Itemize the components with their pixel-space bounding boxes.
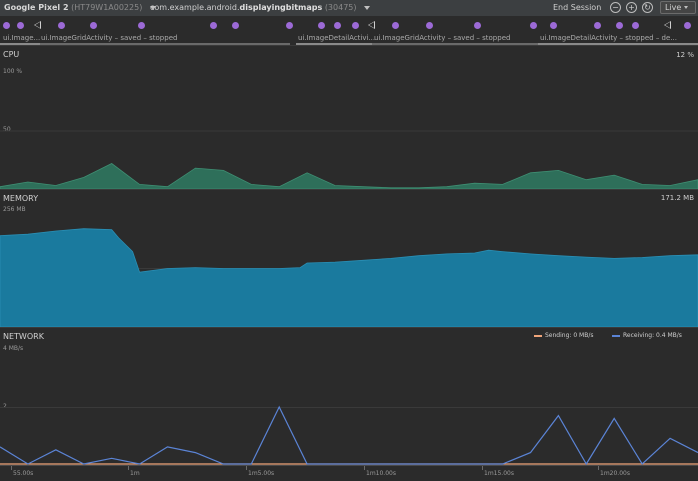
memory-usage-area <box>0 228 698 327</box>
touch-event-dot[interactable] <box>352 22 359 29</box>
live-button[interactable]: Live <box>660 1 696 14</box>
cpu-panel[interactable]: CPU 12 % 100 % 50 <box>0 47 698 190</box>
process-selector[interactable]: com.example.android.displayingbitmaps (3… <box>150 3 371 12</box>
activity-bar <box>0 43 40 45</box>
touch-event-dot[interactable] <box>684 22 691 29</box>
touch-event-dot[interactable] <box>3 22 10 29</box>
activity-label[interactable]: ui.ImageDetailActivity – stopped – de... <box>540 34 677 42</box>
activity-bar <box>538 43 698 45</box>
memory-panel[interactable]: MEMORY 171.2 MB 256 MB 128 <box>0 190 698 328</box>
touch-event-dot[interactable] <box>318 22 325 29</box>
touch-event-dot[interactable] <box>392 22 399 29</box>
live-label: Live <box>665 3 682 12</box>
process-pid: (30475) <box>324 3 357 12</box>
touch-event-dot[interactable] <box>530 22 537 29</box>
network-panel[interactable]: NETWORK Sending: 0 MB/s Receiving: 0.4 M… <box>0 328 698 465</box>
time-tick <box>11 466 12 470</box>
cpu-usage-area <box>0 163 698 189</box>
touch-event-dot[interactable] <box>616 22 623 29</box>
sending-legend-swatch <box>534 334 542 337</box>
time-label: 1m20.00s <box>600 470 630 477</box>
activity-label[interactable]: ui.ImageGridActivity – saved – stopped <box>374 34 510 42</box>
back-event-icon[interactable] <box>368 21 375 29</box>
activity-label[interactable]: ui.ImageDetailActivi... <box>298 34 375 42</box>
event-timeline: ui.Image... ui.ImageGridActivity – saved… <box>0 16 698 46</box>
time-axis[interactable]: 55.00s 1m 1m5.00s 1m10.00s 1m15.00s 1m20… <box>0 465 698 481</box>
legend-sending: Sending: 0 MB/s <box>534 332 593 339</box>
touch-event-dot[interactable] <box>138 22 145 29</box>
process-name: displayingbitmaps <box>239 3 323 12</box>
time-tick <box>364 466 365 470</box>
time-tick <box>246 466 247 470</box>
activity-bar <box>296 43 372 45</box>
touch-event-dot[interactable] <box>426 22 433 29</box>
memory-current-value: 171.2 MB <box>660 194 694 202</box>
memory-chart <box>0 228 698 327</box>
device-name: Google Pixel 2 <box>4 3 69 12</box>
profiler-toolbar: Google Pixel 2 (HT79W1A00225) com.exampl… <box>0 0 698 16</box>
network-title: NETWORK <box>3 332 44 341</box>
touch-event-dot[interactable] <box>594 22 601 29</box>
cpu-current-value: 12 % <box>676 51 694 59</box>
time-label: 1m <box>130 470 140 477</box>
touch-event-dot[interactable] <box>90 22 97 29</box>
time-label: 1m15.00s <box>484 470 514 477</box>
time-tick <box>482 466 483 470</box>
touch-event-dot[interactable] <box>286 22 293 29</box>
process-prefix: com.example.android. <box>150 3 240 12</box>
time-label: 55.00s <box>13 470 34 477</box>
time-label: 1m10.00s <box>366 470 396 477</box>
end-session-button[interactable]: End Session <box>553 3 601 12</box>
activity-bar <box>40 43 290 45</box>
memory-title: MEMORY <box>3 194 39 203</box>
time-label: 1m5.00s <box>248 470 275 477</box>
touch-event-dot[interactable] <box>232 22 239 29</box>
touch-event-dot[interactable] <box>210 22 217 29</box>
sending-label: Sending: 0 MB/s <box>545 332 594 339</box>
touch-event-dot[interactable] <box>474 22 481 29</box>
legend-receiving: Receiving: 0.4 MB/s <box>612 332 682 339</box>
activity-label[interactable]: ui.Image... <box>3 34 40 42</box>
back-event-icon[interactable] <box>664 21 671 29</box>
touch-event-dot[interactable] <box>58 22 65 29</box>
activity-bar <box>372 43 538 45</box>
touch-event-dot[interactable] <box>550 22 557 29</box>
touch-event-dot[interactable] <box>334 22 341 29</box>
cpu-title: CPU <box>3 50 20 59</box>
network-chart <box>0 405 698 465</box>
zoom-in-icon[interactable]: + <box>626 2 637 13</box>
zoom-out-icon[interactable]: − <box>610 2 621 13</box>
back-event-icon[interactable] <box>34 21 41 29</box>
receiving-legend-swatch <box>612 334 620 337</box>
chevron-down-icon <box>364 5 371 10</box>
receiving-label: Receiving: 0.4 MB/s <box>623 332 682 339</box>
network-receiving-line <box>0 405 698 465</box>
device-selector[interactable]: Google Pixel 2 (HT79W1A00225) <box>4 3 156 12</box>
activity-label[interactable]: ui.ImageGridActivity – saved – stopped <box>41 34 177 42</box>
reset-zoom-icon[interactable]: ↻ <box>642 2 653 13</box>
time-tick <box>598 466 599 470</box>
chevron-down-icon <box>684 6 689 9</box>
touch-event-dot[interactable] <box>17 22 24 29</box>
device-serial: (HT79W1A00225) <box>71 3 143 12</box>
cpu-chart <box>0 130 698 189</box>
time-tick <box>128 466 129 470</box>
touch-event-dot[interactable] <box>632 22 639 29</box>
